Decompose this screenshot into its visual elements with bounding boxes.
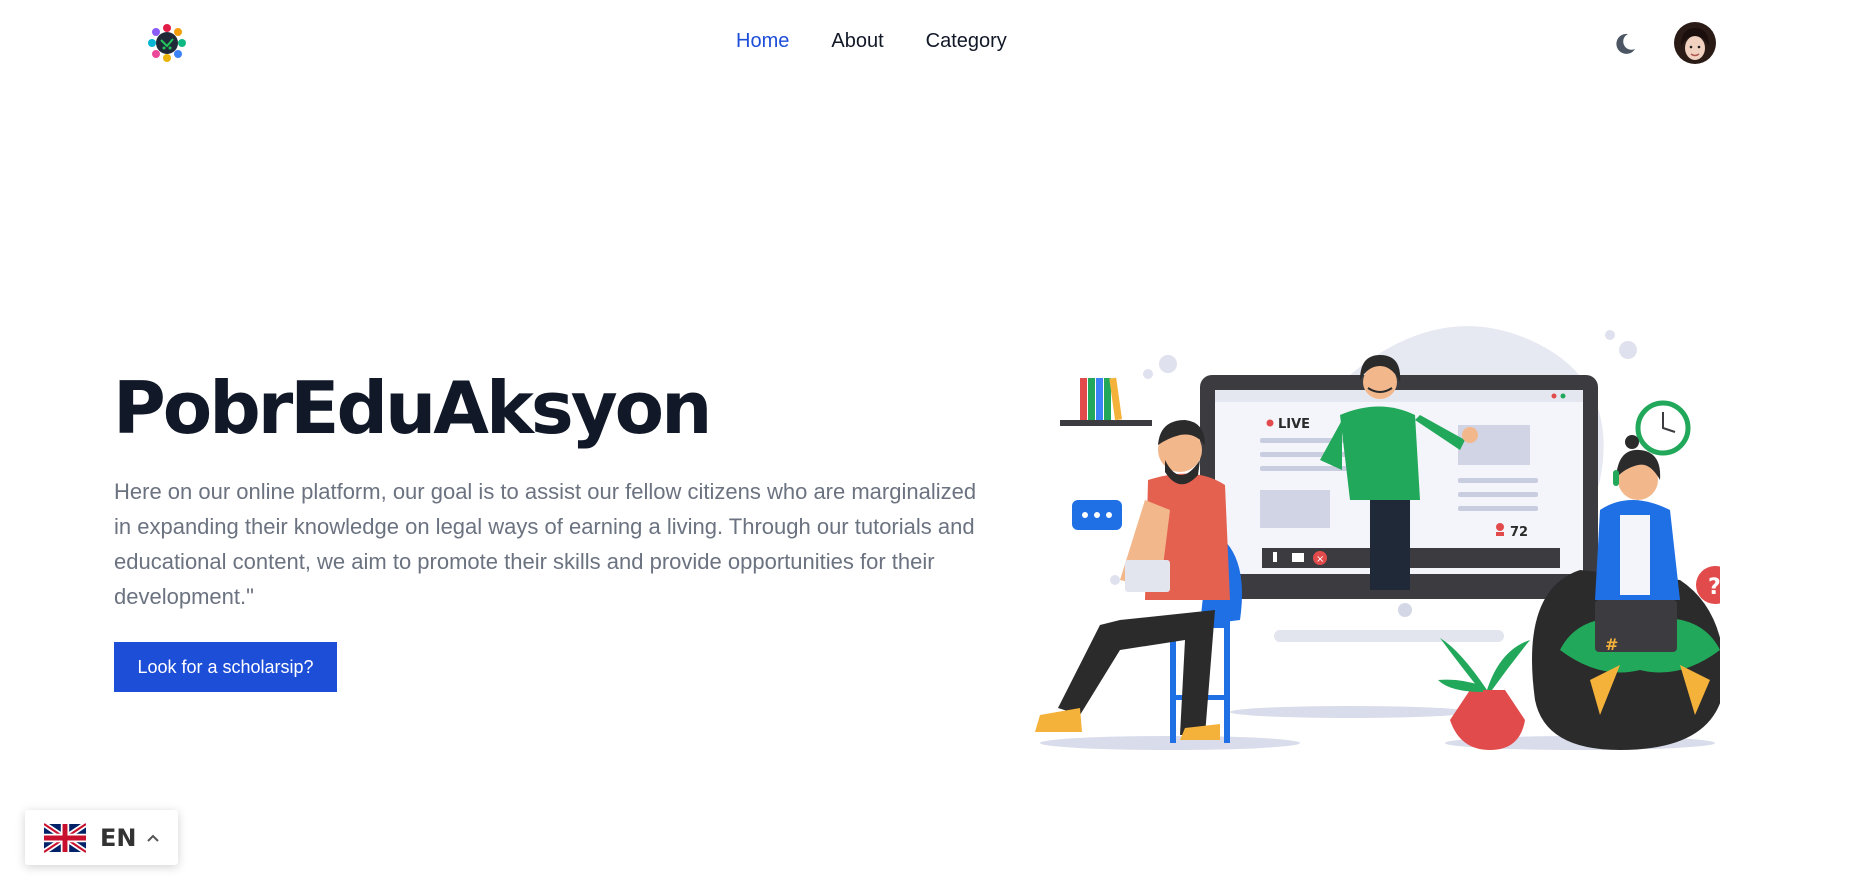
hash-symbol: #: [1605, 635, 1618, 654]
nav-home[interactable]: Home: [736, 30, 789, 53]
hero-illustration: LIVE 72 × ? #: [1020, 320, 1734, 755]
viewer-count: 72: [1510, 525, 1528, 540]
chevron-up-icon: [147, 834, 160, 842]
hero-description: Here on our online platform, our goal is…: [114, 479, 977, 609]
logo-icon[interactable]: [146, 22, 188, 64]
nav-about[interactable]: About: [831, 30, 883, 53]
navbar: Home About Category: [0, 0, 1855, 90]
avatar[interactable]: [1674, 22, 1716, 64]
language-code: EN: [100, 823, 137, 852]
hero-title: PobrEduAksyon: [113, 366, 712, 450]
svg-text:×: ×: [1316, 554, 1324, 565]
main-nav: Home About Category: [736, 30, 1007, 53]
language-switcher[interactable]: EN: [25, 810, 178, 865]
chat-bubble: [1072, 500, 1122, 530]
moon-icon[interactable]: [1611, 30, 1639, 58]
bookshelf: [1060, 377, 1152, 426]
clock-icon: [1635, 400, 1691, 456]
nav-category[interactable]: Category: [926, 30, 1007, 53]
uk-flag-icon: [44, 821, 86, 854]
question-mark: ?: [1708, 575, 1720, 600]
scholarship-button[interactable]: Look for a scholarsip?: [114, 642, 337, 692]
potted-plant: [1438, 638, 1530, 750]
live-label: LIVE: [1278, 417, 1310, 432]
